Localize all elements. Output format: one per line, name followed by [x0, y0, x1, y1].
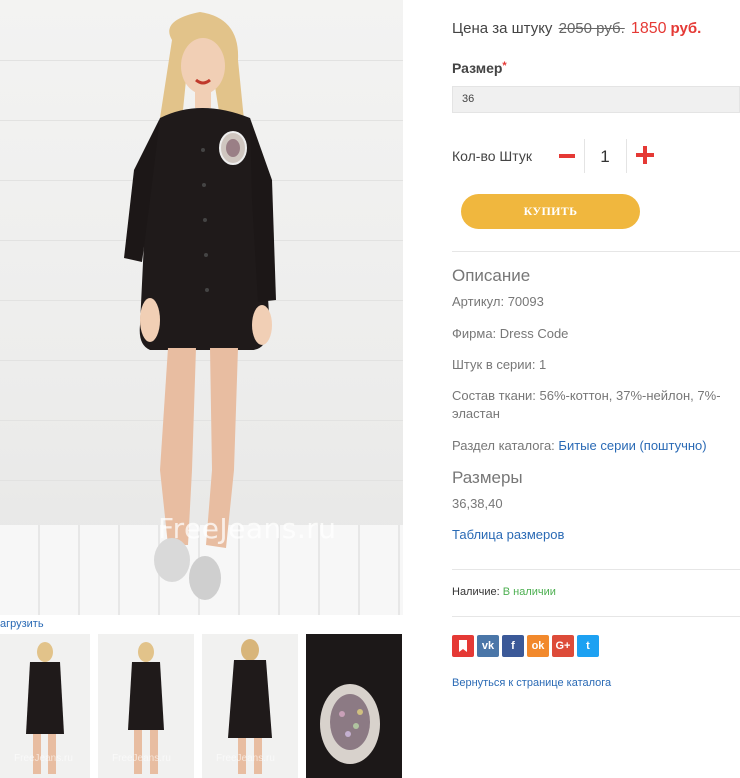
price-currency: руб. — [670, 20, 702, 37]
availability: Наличие: В наличии — [452, 586, 556, 598]
article-number: Артикул: 70093 — [452, 294, 544, 309]
google-plus-icon[interactable]: G+ — [552, 635, 574, 657]
watermark: FreeJeans.ru — [158, 512, 337, 545]
divider — [452, 569, 740, 570]
size-label: Размер* — [452, 60, 507, 76]
thumbnail-2[interactable]: FreeJeans.ru — [98, 634, 194, 778]
availability-status: В наличии — [502, 586, 556, 598]
buy-button[interactable]: КУПИТЬ — [461, 194, 640, 229]
quantity-separator — [626, 139, 627, 173]
bookmark-icon[interactable] — [452, 635, 474, 657]
quantity-label: Кол-во Штук — [452, 148, 532, 164]
price-line: Цена за штуку 2050 руб. 1850 руб. — [452, 20, 701, 38]
old-price: 2050 руб. — [558, 20, 625, 37]
thumbnail-1[interactable]: FreeJeans.ru — [0, 634, 90, 778]
thumbnail-watermark: FreeJeans.ru — [14, 753, 73, 764]
thumbnail-strip: FreeJeans.ru FreeJeans.ru FreeJeans.ru — [0, 634, 403, 778]
size-select[interactable]: 36 — [452, 86, 740, 113]
odnoklassniki-icon[interactable]: ok — [527, 635, 549, 657]
thumbnail-4[interactable] — [306, 634, 402, 778]
availability-label: Наличие: — [452, 586, 500, 598]
required-mark: * — [502, 60, 507, 72]
catalog-section-label: Раздел каталога: — [452, 438, 555, 453]
price-label: Цена за штуку — [452, 20, 553, 37]
size-table-link-wrap: Таблица размеров — [452, 526, 564, 544]
thumbnail-watermark: FreeJeans.ru — [112, 753, 171, 764]
pieces-per-series: Штук в серии: 1 — [452, 357, 547, 372]
divider — [452, 616, 740, 617]
thumbnail-watermark: FreeJeans.ru — [216, 753, 275, 764]
quantity-increase-button[interactable] — [636, 146, 654, 164]
zoom-link[interactable]: агрузить — [0, 618, 44, 630]
thumbnail-image — [320, 684, 380, 764]
quantity-separator — [584, 139, 585, 173]
size-label-text: Размер — [452, 60, 503, 76]
sizes-list: 36,38,40 — [452, 496, 503, 511]
description-title: Описание — [452, 266, 531, 285]
main-product-photo[interactable]: FreeJeans.ru — [0, 0, 403, 615]
quantity-input[interactable]: 1 — [588, 147, 622, 167]
facebook-icon[interactable]: f — [502, 635, 524, 657]
divider — [452, 251, 740, 252]
size-table-link[interactable]: Таблица размеров — [452, 527, 564, 542]
fabric-composition: Состав ткани: 56%-коттон, 37%-нейлон, 7%… — [452, 388, 721, 421]
twitter-icon[interactable]: t — [577, 635, 599, 657]
catalog-section: Раздел каталога: Битые серии (поштучно) — [452, 437, 707, 455]
brand: Фирма: Dress Code — [452, 326, 569, 341]
new-price: 1850 — [630, 20, 667, 37]
catalog-section-link[interactable]: Битые серии (поштучно) — [558, 438, 706, 453]
quantity-decrease-button[interactable] — [558, 144, 576, 168]
sizes-title: Размеры — [452, 468, 523, 487]
back-to-catalog-link[interactable]: Вернуться к странице каталога — [452, 677, 611, 689]
thumbnail-3[interactable]: FreeJeans.ru — [202, 634, 298, 778]
vk-icon[interactable]: vk — [477, 635, 499, 657]
